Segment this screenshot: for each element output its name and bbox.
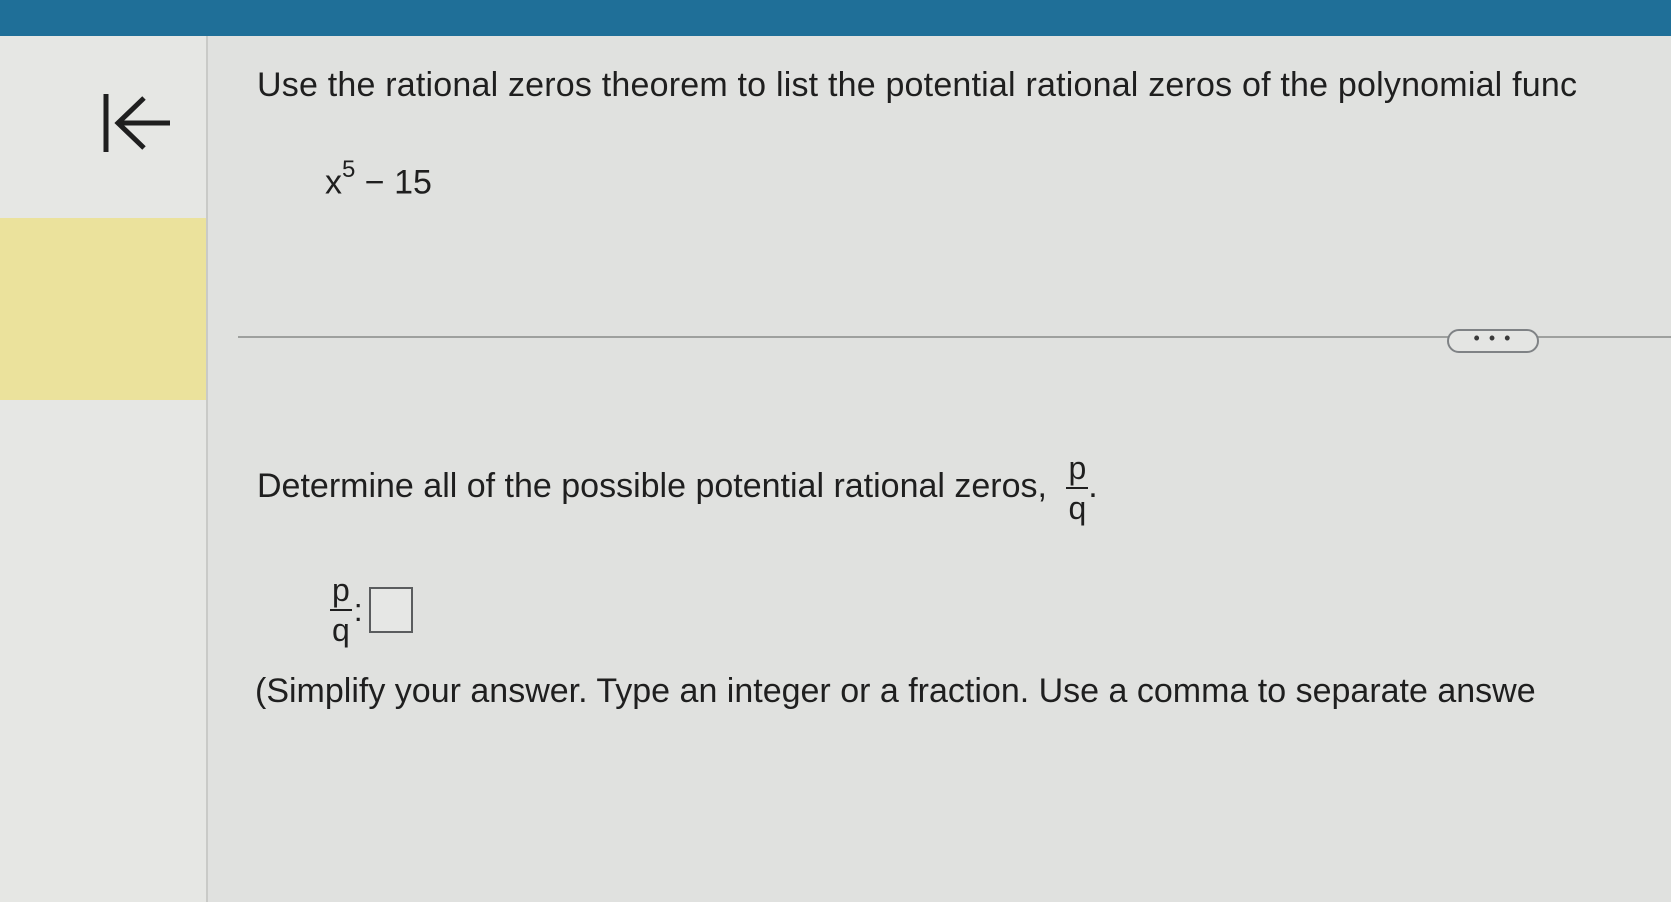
answer-instructions: (Simplify your answer. Type an integer o… [255, 672, 1536, 710]
answer-row: p q : [330, 574, 413, 646]
answer-input[interactable] [368, 587, 413, 633]
answer-label-fraction: p q [330, 574, 352, 646]
question-text: Use the rational zeros theorem to list t… [257, 66, 1578, 104]
polynomial-base: x [325, 163, 342, 202]
fraction-denominator: q [1068, 490, 1087, 526]
prompt-text: Determine all of the possible potential … [257, 466, 1047, 505]
polynomial-expression: x5 − 15 [325, 156, 432, 202]
first-page-arrow-icon [103, 94, 170, 152]
fraction-numerator: p [1068, 450, 1087, 486]
answer-label-bar [330, 609, 352, 611]
answer-label-colon: : [353, 591, 363, 628]
prompt-period: . [1088, 466, 1098, 505]
current-question-highlight[interactable] [0, 218, 206, 400]
prompt-fraction: p q [1066, 450, 1089, 526]
answer-label-numerator: p [332, 572, 350, 608]
more-options-button[interactable]: • • • [1447, 329, 1539, 353]
polynomial-exponent: 5 [342, 156, 356, 183]
answer-label-denominator: q [332, 612, 350, 648]
fraction-bar [1066, 487, 1089, 489]
part-prompt: Determine all of the possible potential … [257, 452, 1098, 524]
back-to-start-button[interactable] [100, 88, 176, 158]
polynomial-constant: − 15 [355, 163, 432, 202]
left-sidebar [0, 36, 208, 902]
